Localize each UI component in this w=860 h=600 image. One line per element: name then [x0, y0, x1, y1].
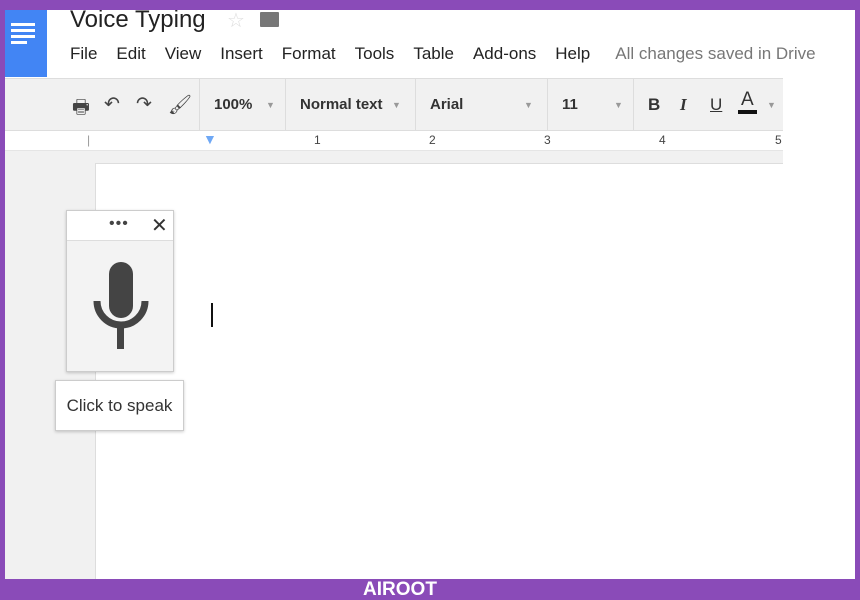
- paint-format-icon[interactable]: 🖌: [168, 93, 192, 117]
- voice-typing-panel: ••• ✕: [66, 210, 174, 372]
- chevron-down-icon: ▼: [266, 100, 275, 110]
- docs-home-icon[interactable]: [5, 10, 47, 77]
- font-value: Arial: [430, 96, 464, 113]
- google-docs-window: Voice Typing ☆ File Edit View Insert For…: [5, 10, 855, 579]
- zoom-value: 100%: [214, 96, 253, 113]
- format-group: B I U A ▼: [633, 79, 783, 130]
- ruler[interactable]: | ▼ 1 2 3 4 5: [5, 131, 783, 151]
- undo-icon[interactable]: ↶: [104, 93, 120, 116]
- star-icon[interactable]: ☆: [227, 10, 245, 33]
- ruler-label: 4: [659, 133, 666, 147]
- close-icon[interactable]: ✕: [151, 213, 168, 238]
- microphone-icon[interactable]: [67, 241, 175, 371]
- text-color-button[interactable]: A: [738, 90, 757, 114]
- menu-edit[interactable]: Edit: [116, 44, 145, 64]
- document-title[interactable]: Voice Typing: [70, 10, 206, 34]
- toolbar: 🖶 ↶ ↷ 🖌 100% ▼ Normal text ▼ Arial ▼ 11 ▼ B …: [5, 78, 783, 131]
- style-value: Normal text: [300, 96, 383, 113]
- menu-help[interactable]: Help: [555, 44, 590, 64]
- save-status[interactable]: All changes saved in Drive: [615, 44, 815, 64]
- menu-view[interactable]: View: [165, 44, 202, 64]
- font-size-value: 11: [562, 96, 578, 113]
- more-options-icon[interactable]: •••: [109, 215, 129, 233]
- ruler-label: 2: [429, 133, 436, 147]
- underline-button[interactable]: U: [710, 95, 722, 115]
- chevron-down-icon: ▼: [767, 100, 776, 110]
- bold-button[interactable]: B: [648, 95, 660, 115]
- ruler-label: 5: [775, 133, 782, 147]
- zoom-select[interactable]: 100% ▼: [199, 79, 285, 130]
- brand-watermark: AIROOT: [363, 579, 437, 600]
- menu-bar: File Edit View Insert Format Tools Table…: [70, 44, 835, 64]
- voice-typing-header: ••• ✕: [67, 211, 173, 241]
- ruler-label: 1: [314, 133, 321, 147]
- click-to-speak-tooltip: Click to speak: [55, 380, 184, 431]
- print-icon[interactable]: 🖶: [72, 93, 90, 125]
- folder-icon[interactable]: [260, 12, 279, 27]
- menu-format[interactable]: Format: [282, 44, 336, 64]
- italic-button[interactable]: I: [680, 95, 687, 115]
- ruler-label: 3: [544, 133, 551, 147]
- text-cursor: [211, 303, 213, 327]
- menu-table[interactable]: Table: [413, 44, 454, 64]
- chevron-down-icon: ▼: [392, 100, 401, 110]
- redo-icon[interactable]: ↷: [136, 93, 152, 116]
- style-select[interactable]: Normal text ▼: [285, 79, 415, 130]
- chevron-down-icon: ▼: [614, 100, 623, 110]
- menu-file[interactable]: File: [70, 44, 97, 64]
- menu-addons[interactable]: Add-ons: [473, 44, 536, 64]
- document-page[interactable]: [95, 163, 783, 579]
- menu-tools[interactable]: Tools: [355, 44, 395, 64]
- font-select[interactable]: Arial ▼: [415, 79, 547, 130]
- chevron-down-icon: ▼: [524, 100, 533, 110]
- menu-insert[interactable]: Insert: [220, 44, 263, 64]
- indent-marker-icon[interactable]: ▼: [203, 131, 217, 147]
- font-size-select[interactable]: 11 ▼: [547, 79, 633, 130]
